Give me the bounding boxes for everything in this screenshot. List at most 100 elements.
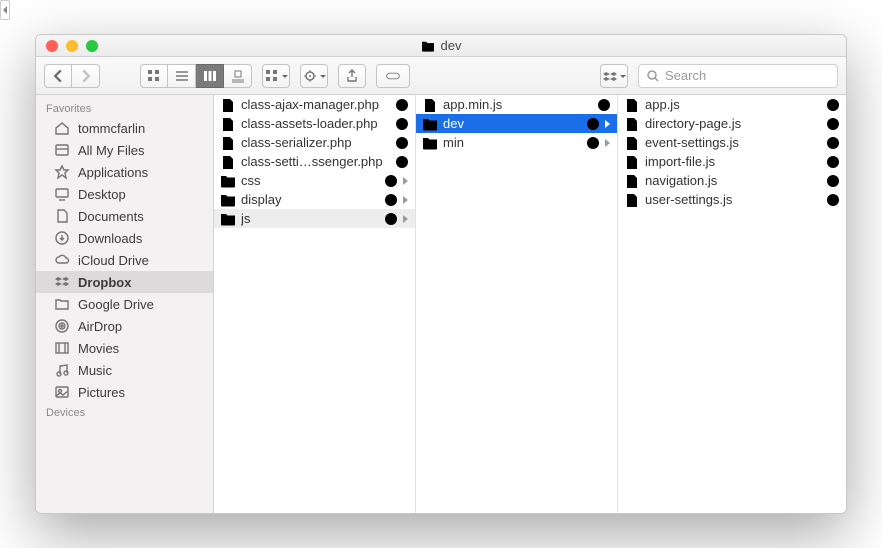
file-name: class-serializer.php bbox=[241, 135, 390, 150]
sidebar-item-movies[interactable]: Movies bbox=[36, 337, 213, 359]
apps-icon bbox=[54, 164, 70, 180]
file-row[interactable]: app.min.js bbox=[416, 95, 617, 114]
file-row[interactable]: import-file.js bbox=[618, 152, 846, 171]
share-button[interactable] bbox=[338, 64, 366, 88]
folder-icon bbox=[220, 174, 236, 188]
sidebar-item-label: AirDrop bbox=[78, 319, 122, 334]
sync-ok-icon bbox=[586, 117, 600, 131]
folder-icon bbox=[220, 212, 236, 226]
sync-ok-icon bbox=[826, 155, 840, 169]
file-row[interactable]: css bbox=[214, 171, 415, 190]
forward-button[interactable] bbox=[72, 64, 100, 88]
file-row[interactable]: js bbox=[214, 209, 415, 228]
sync-ok-icon bbox=[597, 98, 611, 112]
chevron-right-icon bbox=[605, 116, 611, 131]
sidebar-item-label: Pictures bbox=[78, 385, 125, 400]
column-resize-handle[interactable] bbox=[841, 95, 846, 513]
minimize-button[interactable] bbox=[66, 40, 78, 52]
js-file-icon bbox=[624, 98, 640, 112]
file-row[interactable]: navigation.js bbox=[618, 171, 846, 190]
dropbox-toolbar-button[interactable] bbox=[600, 64, 628, 88]
sidebar-item-label: Downloads bbox=[78, 231, 142, 246]
window-title: dev bbox=[441, 38, 462, 53]
desktop-icon bbox=[54, 186, 70, 202]
titlebar: dev bbox=[36, 35, 846, 57]
sidebar-item-dropbox[interactable]: Dropbox bbox=[36, 271, 213, 293]
sidebar-item-downloads[interactable]: Downloads bbox=[36, 227, 213, 249]
sync-ok-icon bbox=[826, 174, 840, 188]
sidebar: FavoritestommcfarlinAll My FilesApplicat… bbox=[36, 95, 214, 513]
sync-ok-icon bbox=[384, 212, 398, 226]
sidebar-item-music[interactable]: Music bbox=[36, 359, 213, 381]
sync-ok-icon bbox=[826, 117, 840, 131]
file-name: class-assets-loader.php bbox=[241, 116, 390, 131]
file-name: navigation.js bbox=[645, 173, 821, 188]
file-row[interactable]: class-assets-loader.php bbox=[214, 114, 415, 133]
sidebar-item-documents[interactable]: Documents bbox=[36, 205, 213, 227]
sidebar-item-label: Google Drive bbox=[78, 297, 154, 312]
file-row[interactable]: min bbox=[416, 133, 617, 152]
airdrop-icon bbox=[54, 318, 70, 334]
tags-button[interactable] bbox=[376, 64, 410, 88]
list-view-button[interactable] bbox=[168, 64, 196, 88]
js-file-icon bbox=[624, 174, 640, 188]
sync-ok-icon bbox=[395, 155, 409, 169]
file-name: user-settings.js bbox=[645, 192, 821, 207]
sidebar-item-icloud-drive[interactable]: iCloud Drive bbox=[36, 249, 213, 271]
file-row[interactable]: event-settings.js bbox=[618, 133, 846, 152]
back-button[interactable] bbox=[44, 64, 72, 88]
view-buttons bbox=[140, 64, 252, 88]
sync-ok-icon bbox=[586, 136, 600, 150]
file-name: directory-page.js bbox=[645, 116, 821, 131]
php-file-icon bbox=[220, 98, 236, 112]
file-name: event-settings.js bbox=[645, 135, 821, 150]
folder-icon bbox=[422, 117, 438, 131]
file-row[interactable]: directory-page.js bbox=[618, 114, 846, 133]
js-file-icon bbox=[624, 193, 640, 207]
file-row[interactable]: class-ajax-manager.php bbox=[214, 95, 415, 114]
arrange-button[interactable] bbox=[262, 64, 290, 88]
sidebar-item-all-my-files[interactable]: All My Files bbox=[36, 139, 213, 161]
sidebar-item-label: Music bbox=[78, 363, 112, 378]
file-row[interactable]: user-settings.js bbox=[618, 190, 846, 209]
finder-window: dev Search FavoritestommcfarlinAll My Fi… bbox=[35, 34, 847, 514]
column-1: app.min.js dev min bbox=[416, 95, 618, 513]
chevron-right-icon bbox=[403, 211, 409, 226]
icon-view-button[interactable] bbox=[140, 64, 168, 88]
sidebar-item-applications[interactable]: Applications bbox=[36, 161, 213, 183]
js-file-icon bbox=[624, 136, 640, 150]
column-view-button[interactable] bbox=[196, 64, 224, 88]
allfiles-icon bbox=[54, 142, 70, 158]
sync-ok-icon bbox=[395, 117, 409, 131]
close-button[interactable] bbox=[46, 40, 58, 52]
sidebar-item-tommcfarlin[interactable]: tommcfarlin bbox=[36, 117, 213, 139]
search-field[interactable]: Search bbox=[638, 64, 838, 88]
window-body: FavoritestommcfarlinAll My FilesApplicat… bbox=[36, 95, 846, 513]
sync-ok-icon bbox=[384, 193, 398, 207]
sidebar-item-label: iCloud Drive bbox=[78, 253, 149, 268]
action-button[interactable] bbox=[300, 64, 328, 88]
sidebar-section-header: Favorites bbox=[36, 99, 213, 117]
sidebar-item-google-drive[interactable]: Google Drive bbox=[36, 293, 213, 315]
sidebar-section-header: Devices bbox=[36, 403, 213, 421]
toolbar: Search bbox=[36, 57, 846, 95]
sync-ok-icon bbox=[826, 193, 840, 207]
sidebar-item-airdrop[interactable]: AirDrop bbox=[36, 315, 213, 337]
sidebar-item-label: Dropbox bbox=[78, 275, 131, 290]
traffic-lights bbox=[36, 40, 98, 52]
js-file-icon bbox=[624, 117, 640, 131]
file-name: dev bbox=[443, 116, 581, 131]
file-row[interactable]: class-serializer.php bbox=[214, 133, 415, 152]
file-row[interactable]: class-setti…ssenger.php bbox=[214, 152, 415, 171]
file-row[interactable]: dev bbox=[416, 114, 617, 133]
file-row[interactable]: app.js bbox=[618, 95, 846, 114]
coverflow-view-button[interactable] bbox=[224, 64, 252, 88]
zoom-button[interactable] bbox=[86, 40, 98, 52]
sidebar-item-desktop[interactable]: Desktop bbox=[36, 183, 213, 205]
chevron-right-icon bbox=[403, 173, 409, 188]
movies-icon bbox=[54, 340, 70, 356]
sidebar-item-pictures[interactable]: Pictures bbox=[36, 381, 213, 403]
file-row[interactable]: display bbox=[214, 190, 415, 209]
folder-icon bbox=[54, 296, 70, 312]
file-name: min bbox=[443, 135, 581, 150]
